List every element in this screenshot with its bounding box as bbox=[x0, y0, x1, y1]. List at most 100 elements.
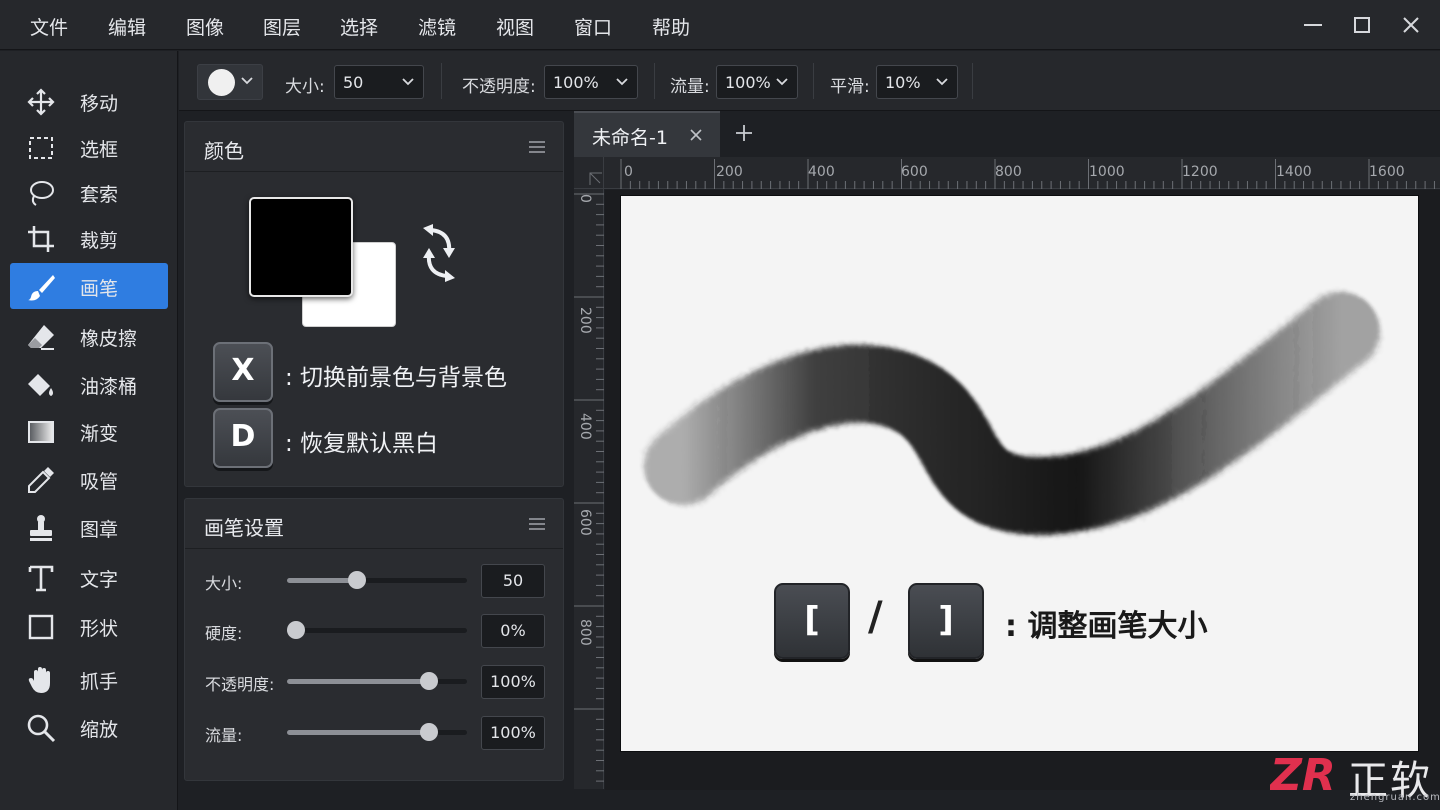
menu-view[interactable]: 视图 bbox=[496, 13, 534, 40]
marquee-icon bbox=[29, 137, 53, 159]
menu-edit[interactable]: 编辑 bbox=[108, 13, 146, 40]
opacity-value-input[interactable]: 100% bbox=[481, 665, 545, 699]
opacity-slider[interactable] bbox=[287, 672, 467, 690]
flow-value-input[interactable]: 100% bbox=[481, 716, 545, 750]
text-icon bbox=[28, 565, 54, 592]
flow-slider[interactable] bbox=[287, 723, 467, 741]
tool-marquee[interactable]: 选框 bbox=[10, 124, 168, 170]
minimize-icon[interactable] bbox=[1298, 10, 1328, 40]
tool-label: 套索 bbox=[80, 184, 119, 206]
hardness-value-input[interactable]: 0% bbox=[481, 614, 545, 648]
smooth-select[interactable]: 10% bbox=[876, 65, 958, 99]
tool-move[interactable]: 移动 bbox=[10, 78, 168, 124]
brush-preset-picker[interactable] bbox=[197, 64, 263, 100]
size-select[interactable]: 50 bbox=[334, 65, 424, 99]
flow-select[interactable]: 100% bbox=[716, 65, 798, 99]
options-bar: 大小: 50 不透明度: 100% 流量: 100% 平滑: 10% bbox=[179, 51, 1440, 111]
slider-knob[interactable] bbox=[348, 571, 366, 589]
eyedropper-icon bbox=[28, 467, 54, 493]
menu-image[interactable]: 图像 bbox=[186, 13, 224, 40]
smooth-value: 10% bbox=[885, 73, 921, 92]
tool-label: 图章 bbox=[80, 519, 119, 541]
menu-window[interactable]: 窗口 bbox=[574, 13, 612, 40]
vertical-ruler: 0 200 400 600 800 bbox=[574, 189, 604, 789]
brush-settings-panel: 画笔设置 大小: 50 硬度: 0% 不透明度: 100% 流量: 100% bbox=[184, 498, 564, 781]
slider-knob[interactable] bbox=[420, 672, 438, 690]
slider-knob[interactable] bbox=[287, 621, 305, 639]
tool-paint-bucket[interactable]: 油漆桶 bbox=[10, 361, 168, 407]
tool-brush[interactable]: 画笔 bbox=[10, 263, 168, 309]
menu-help[interactable]: 帮助 bbox=[652, 13, 690, 40]
maximize-icon[interactable] bbox=[1347, 10, 1377, 40]
gradient-icon bbox=[28, 421, 54, 443]
shortcut-desc-brush-size: : 调整画笔大小 bbox=[1005, 609, 1208, 644]
ruler-h-label: 200 bbox=[716, 164, 743, 180]
size-slider[interactable] bbox=[287, 571, 467, 589]
panel-menu-icon[interactable] bbox=[529, 517, 545, 531]
shortcut-desc-reset: : 恢复默认黑白 bbox=[285, 431, 439, 457]
tool-text[interactable]: 文字 bbox=[10, 554, 168, 600]
swap-colors-icon[interactable] bbox=[417, 224, 461, 282]
menu-select[interactable]: 选择 bbox=[340, 13, 378, 40]
slider-knob[interactable] bbox=[420, 723, 438, 741]
paint-bucket-icon bbox=[28, 374, 53, 396]
tool-label: 缩放 bbox=[80, 719, 119, 741]
color-panel: 颜色 X : 切换前景色与背景色 D : 恢复默认黑白 bbox=[184, 121, 564, 487]
opacity-label: 不透明度: bbox=[462, 77, 536, 97]
close-window-icon[interactable] bbox=[1396, 10, 1426, 40]
watermark-logo: ZR 正软 zhengruan.com bbox=[1270, 748, 1440, 810]
drawing-canvas[interactable]: [ / ] : 调整画笔大小 bbox=[621, 196, 1418, 751]
horizontal-ruler: 0 200 400 600 800 1000 1200 1400 1600 bbox=[574, 157, 1440, 189]
brush-tip-preview bbox=[208, 69, 235, 96]
document-tab-label: 未命名-1 bbox=[592, 127, 668, 149]
menu-file[interactable]: 文件 bbox=[30, 13, 68, 40]
brush-panel-header: 画笔设置 bbox=[185, 499, 563, 549]
slider-label: 硬度: bbox=[205, 624, 243, 643]
panel-title: 画笔设置 bbox=[204, 516, 284, 540]
slider-label: 大小: bbox=[205, 574, 243, 593]
divider bbox=[813, 63, 814, 99]
tool-shape[interactable]: 形状 bbox=[10, 603, 168, 649]
brush-icon bbox=[28, 275, 55, 301]
tool-eraser[interactable]: 橡皮擦 bbox=[10, 313, 168, 359]
tool-hand[interactable]: 抓手 bbox=[10, 656, 168, 702]
tool-stamp[interactable]: 图章 bbox=[10, 504, 168, 550]
ruler-h-label: 1600 bbox=[1369, 164, 1405, 180]
tool-label: 移动 bbox=[80, 93, 119, 115]
color-panel-header: 颜色 bbox=[185, 122, 563, 172]
menu-bar: 文件 编辑 图像 图层 选择 滤镜 视图 窗口 帮助 bbox=[0, 0, 1440, 50]
hardness-slider[interactable] bbox=[287, 621, 467, 639]
tool-label: 裁剪 bbox=[80, 230, 119, 252]
shortcut-separator: / bbox=[868, 594, 883, 640]
tool-crop[interactable]: 裁剪 bbox=[10, 215, 168, 261]
chevron-down-icon bbox=[616, 78, 628, 86]
menu-layer[interactable]: 图层 bbox=[263, 13, 301, 40]
move-icon bbox=[27, 88, 55, 116]
tool-lasso[interactable]: 套索 bbox=[10, 169, 168, 215]
foreground-color-swatch[interactable] bbox=[249, 197, 353, 297]
panel-menu-icon[interactable] bbox=[529, 140, 545, 154]
tool-zoom[interactable]: 缩放 bbox=[10, 704, 168, 750]
tool-eyedropper[interactable]: 吸管 bbox=[10, 456, 168, 502]
shortcut-desc-swap: : 切换前景色与背景色 bbox=[285, 365, 508, 391]
lasso-icon bbox=[30, 181, 54, 206]
slider-fill bbox=[287, 679, 429, 684]
shortcut-key-d: D bbox=[213, 408, 273, 468]
tool-label: 画笔 bbox=[80, 278, 119, 300]
menu-filter[interactable]: 滤镜 bbox=[418, 13, 456, 40]
shortcut-key-left-bracket: [ bbox=[774, 583, 850, 659]
shape-icon bbox=[28, 614, 54, 640]
smooth-label: 平滑: bbox=[830, 77, 870, 97]
opacity-select[interactable]: 100% bbox=[544, 65, 638, 99]
tool-gradient[interactable]: 渐变 bbox=[10, 408, 168, 454]
size-value-input[interactable]: 50 bbox=[481, 564, 545, 598]
watermark-url: zhengruan.com bbox=[1350, 792, 1440, 803]
tool-label: 渐变 bbox=[80, 423, 119, 445]
new-tab-icon[interactable] bbox=[732, 121, 756, 145]
close-tab-icon[interactable] bbox=[688, 127, 704, 143]
chevron-down-icon bbox=[402, 78, 414, 86]
slider-fill bbox=[287, 730, 429, 735]
document-tab[interactable]: 未命名-1 bbox=[574, 111, 720, 157]
tool-label: 吸管 bbox=[80, 471, 119, 493]
chevron-down-icon bbox=[241, 77, 253, 85]
